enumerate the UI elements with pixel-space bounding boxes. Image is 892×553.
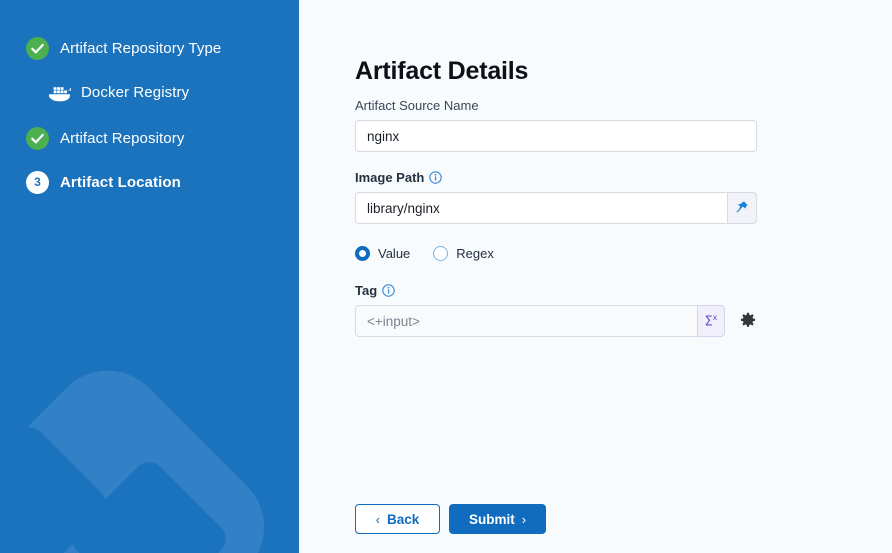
pin-icon (735, 200, 749, 217)
page-title: Artifact Details (355, 57, 528, 86)
radio-label: Value (378, 246, 410, 261)
form-spacer (355, 152, 757, 170)
sidebar-step-label: Docker Registry (81, 84, 189, 101)
label-text: Tag (355, 283, 377, 298)
step-number-label: 3 (26, 171, 49, 194)
image-path-label: Image Path (355, 170, 757, 185)
sidebar-step-artifact-repository[interactable]: Artifact Repository (0, 125, 299, 152)
back-button[interactable]: ‹ Back (355, 504, 440, 534)
wizard-step-list: Artifact Repository Type (0, 0, 299, 196)
sidebar-step-label: Artifact Repository (60, 130, 184, 147)
radio-mark-unselected (433, 246, 448, 261)
sidebar-step-docker-registry[interactable]: Docker Registry (0, 79, 299, 106)
sigma-x-icon: Σx (704, 313, 717, 329)
artifact-source-name-label: Artifact Source Name (355, 98, 757, 113)
wizard-actions: ‹ Back Submit › (355, 504, 546, 534)
wizard-main-panel: Artifact Details Artifact Source Name Im… (299, 0, 892, 553)
field-tag: Tag Σx (355, 283, 757, 337)
wizard-sidebar: Artifact Repository Type (0, 0, 299, 553)
label-text: Artifact Source Name (355, 98, 479, 113)
field-image-path: Image Path (355, 170, 757, 224)
artifact-details-form: Artifact Source Name Image Path (355, 98, 757, 337)
image-path-input[interactable] (355, 192, 727, 224)
sidebar-step-label: Artifact Repository Type (60, 40, 221, 57)
check-circle-icon (26, 127, 49, 150)
radio-label: Regex (456, 246, 494, 261)
wizard-window: Artifact Repository Type (0, 0, 892, 553)
pin-icon-button[interactable] (727, 192, 757, 224)
artifact-source-name-input[interactable] (355, 120, 757, 152)
submit-button-label: Submit (469, 512, 515, 527)
field-artifact-source-name: Artifact Source Name (355, 98, 757, 152)
chevron-right-icon: › (522, 513, 526, 526)
step-number-badge: 3 (26, 171, 49, 194)
back-button-label: Back (387, 512, 419, 527)
tag-input[interactable] (355, 305, 697, 337)
docker-whale-icon (47, 83, 73, 103)
path-mode-radio-group: Value Regex (355, 246, 757, 261)
info-circle-icon[interactable] (429, 171, 442, 184)
tag-label: Tag (355, 283, 757, 298)
image-path-row (355, 192, 757, 224)
tag-row: Σx (355, 305, 757, 337)
sidebar-step-label: Artifact Location (60, 174, 181, 191)
submit-button[interactable]: Submit › (449, 504, 546, 534)
gear-icon[interactable] (739, 311, 757, 331)
expression-toggle-button[interactable]: Σx (697, 305, 725, 337)
chevron-left-icon: ‹ (376, 513, 380, 526)
check-circle-icon (26, 37, 49, 60)
radio-option-value[interactable]: Value (355, 246, 410, 261)
sidebar-step-artifact-location[interactable]: 3 Artifact Location (0, 169, 299, 196)
sidebar-step-artifact-repository-type[interactable]: Artifact Repository Type (0, 35, 299, 62)
radio-mark-selected (355, 246, 370, 261)
info-circle-icon[interactable] (382, 284, 395, 297)
label-text: Image Path (355, 170, 424, 185)
radio-option-regex[interactable]: Regex (433, 246, 494, 261)
artifact-source-name-row (355, 120, 757, 152)
